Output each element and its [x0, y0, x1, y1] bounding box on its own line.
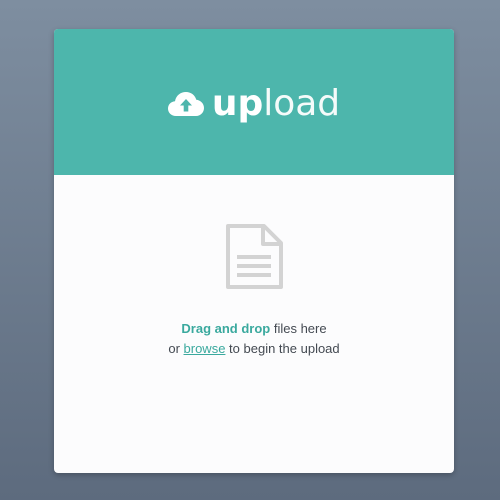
document-icon — [226, 224, 283, 289]
or-text: or — [168, 341, 184, 356]
brand-logo: upload — [167, 86, 340, 122]
instruction-line-1: Drag and drop files here — [54, 319, 454, 339]
browse-link[interactable]: browse — [184, 341, 226, 356]
upload-card: upload Drag and drop files here or brows… — [54, 29, 454, 473]
drag-and-drop-label: Drag and drop — [181, 321, 271, 336]
drop-zone[interactable]: Drag and drop files here or browse to be… — [54, 175, 454, 473]
begin-upload-text: to begin the upload — [225, 341, 340, 356]
instruction-line-2: or browse to begin the upload — [54, 339, 454, 359]
brand-title-light: load — [263, 83, 341, 124]
upload-header: upload — [54, 29, 454, 175]
drop-instructions: Drag and drop files here or browse to be… — [54, 319, 454, 359]
files-here-text: files here — [270, 321, 327, 336]
brand-title: upload — [212, 86, 340, 122]
brand-title-bold: up — [211, 83, 264, 124]
cloud-upload-icon — [167, 92, 204, 116]
